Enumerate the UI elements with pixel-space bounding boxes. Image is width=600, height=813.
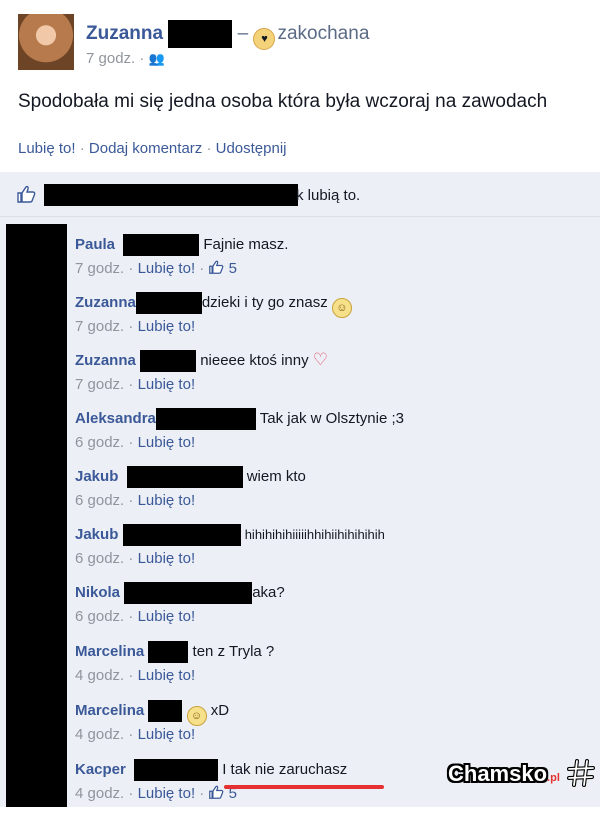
comment-time[interactable]: 6 godz.: [75, 434, 124, 451]
comment-like-link[interactable]: Lubię to!: [138, 550, 196, 567]
comment-item: Zuzanna nieeee ktoś inny ♡ 7 godz. · Lub…: [75, 350, 329, 393]
comment-author[interactable]: Aleksandra: [75, 410, 156, 427]
comment-author[interactable]: Zuzanna: [75, 352, 136, 369]
redacted-surname: [148, 641, 189, 663]
comment-author[interactable]: Jakub: [75, 526, 118, 543]
comment-time[interactable]: 7 godz.: [75, 318, 124, 335]
like-post-link[interactable]: Lubię to!: [18, 140, 76, 157]
meta-dot: ·: [139, 50, 145, 67]
comment-author[interactable]: Marcelina: [75, 643, 144, 660]
redacted-surname: [155, 408, 256, 430]
redacted-likers: [44, 184, 298, 206]
post-author-name[interactable]: Zuzanna: [86, 23, 163, 44]
comment-like-link[interactable]: Lubię to!: [138, 785, 196, 802]
comment-time[interactable]: 6 godz.: [75, 608, 124, 625]
comment-text: hihihihihiiiiihhihiihihihihih: [244, 526, 385, 542]
red-highlight-underline: [224, 785, 384, 789]
redacted-surname: [134, 759, 219, 781]
post-meta: 7 godz. · 👥: [86, 50, 165, 67]
comment-time[interactable]: 4 godz.: [75, 726, 124, 743]
comment-time[interactable]: 7 godz.: [75, 376, 124, 393]
likes-text[interactable]: k lubią to.: [296, 187, 360, 204]
redacted-commenter-avatars: [6, 224, 67, 807]
comment-item: Marcelina ten z Tryla ? 4 godz. · Lubię …: [75, 641, 275, 684]
comment-item: Nikola aka? 6 godz. · Lubię to!: [75, 582, 285, 625]
thumbs-up-icon: [209, 260, 224, 274]
share-link[interactable]: Udostępnij: [216, 140, 287, 157]
comment-item: Zuzanna dzieki i ty go znasz ☺ 7 godz. · …: [75, 288, 595, 346]
comment-text: I tak nie zaruchasz: [222, 760, 348, 778]
comment-time[interactable]: 6 godz.: [75, 492, 124, 509]
watermark-hash-icon: [567, 759, 595, 787]
feeling-separator: –: [237, 23, 249, 45]
likes-summary: k lubią to.: [0, 172, 600, 217]
comment-text: xD: [210, 701, 230, 719]
add-comment-link[interactable]: Dodaj komentarz: [89, 140, 202, 157]
watermark-tld: .pl: [547, 772, 560, 784]
comment-author[interactable]: Nikola: [75, 584, 120, 601]
comment-like-count[interactable]: 5: [229, 260, 237, 277]
comment-like-link[interactable]: Lubię to!: [138, 434, 196, 451]
comment-like-link[interactable]: Lubię to!: [138, 260, 196, 277]
post-header: Zuzanna – ♥ zakochana 7 godz. · 👥: [18, 14, 598, 74]
watermark-logo: Chamsko.pl: [448, 761, 560, 787]
comment-item: Jakub hihihihihiiiiihhihiihihihihih 6 go…: [75, 524, 385, 567]
comment-item: Aleksandra Tak jak w Olsztynie ;3 6 godz…: [75, 408, 404, 451]
redacted-surname: [135, 292, 202, 314]
comment-item: Paula Fajnie masz. 7 godz. · Lubię to! ·…: [75, 234, 289, 277]
comment-item: Marcelina ☺ xD 4 godz. · Lubię to!: [75, 700, 230, 743]
smile-emoji-icon: ☺: [331, 297, 352, 318]
redacted-surname: [126, 466, 243, 488]
post-actions: Lubię to! · Dodaj komentarz · Udostępnij: [18, 140, 287, 157]
post-time[interactable]: 7 godz.: [86, 50, 135, 67]
comment-item: Jakub wiem kto 6 godz. · Lubię to!: [75, 466, 306, 509]
post-author-line: Zuzanna – ♥ zakochana: [86, 20, 370, 51]
redacted-surname: [148, 700, 183, 722]
heart-emoji-icon: ♡: [312, 350, 329, 369]
redacted-surname: [124, 582, 253, 604]
grin-emoji-icon: ☺: [186, 705, 207, 726]
in-love-emoji-icon: ♥: [253, 28, 276, 51]
poster-avatar[interactable]: [18, 14, 74, 70]
comment-author[interactable]: Paula: [75, 236, 115, 253]
comment-text: nieeee ktoś inny: [200, 352, 309, 369]
comment-text: Fajnie masz.: [203, 235, 289, 253]
comment-text: dzieki i ty go znasz: [201, 293, 328, 311]
comment-text: wiem kto: [246, 467, 306, 485]
comment-like-link[interactable]: Lubię to!: [138, 608, 196, 625]
feeling-text: zakochana: [277, 23, 370, 45]
comment-text: aka?: [252, 583, 285, 601]
comment-time[interactable]: 6 godz.: [75, 550, 124, 567]
comment-author[interactable]: Marcelina: [75, 702, 144, 719]
friends-audience-icon[interactable]: 👥: [149, 51, 165, 66]
comment-like-link[interactable]: Lubię to!: [138, 667, 196, 684]
comment-text: ten z Tryla ?: [192, 642, 275, 660]
post-text: Spodobała mi się jedna osoba która była …: [18, 91, 548, 112]
action-sep: ·: [75, 140, 89, 157]
comment-author[interactable]: Zuzanna: [75, 294, 136, 311]
watermark-brand: Chamsko: [448, 761, 548, 786]
comment-time[interactable]: 4 godz.: [75, 785, 124, 802]
redacted-surname: [122, 524, 241, 546]
comment-author[interactable]: Jakub: [75, 468, 118, 485]
comment-like-link[interactable]: Lubię to!: [138, 492, 196, 509]
redacted-surname: [123, 234, 200, 256]
comment-text: Tak jak w Olsztynie ;3: [259, 409, 404, 427]
comment-like-link[interactable]: Lubię to!: [138, 318, 196, 335]
comment-author[interactable]: Kacper: [75, 761, 126, 778]
comment-time[interactable]: 4 godz.: [75, 667, 124, 684]
thumbs-up-icon: [17, 185, 36, 203]
action-sep: ·: [202, 140, 216, 157]
redacted-surname: [140, 350, 197, 373]
redacted-surname: [168, 20, 233, 48]
comment-like-link[interactable]: Lubię to!: [138, 376, 196, 393]
thumbs-up-icon: [209, 785, 224, 799]
comment-time[interactable]: 7 godz.: [75, 260, 124, 277]
comment-like-link[interactable]: Lubię to!: [138, 726, 196, 743]
